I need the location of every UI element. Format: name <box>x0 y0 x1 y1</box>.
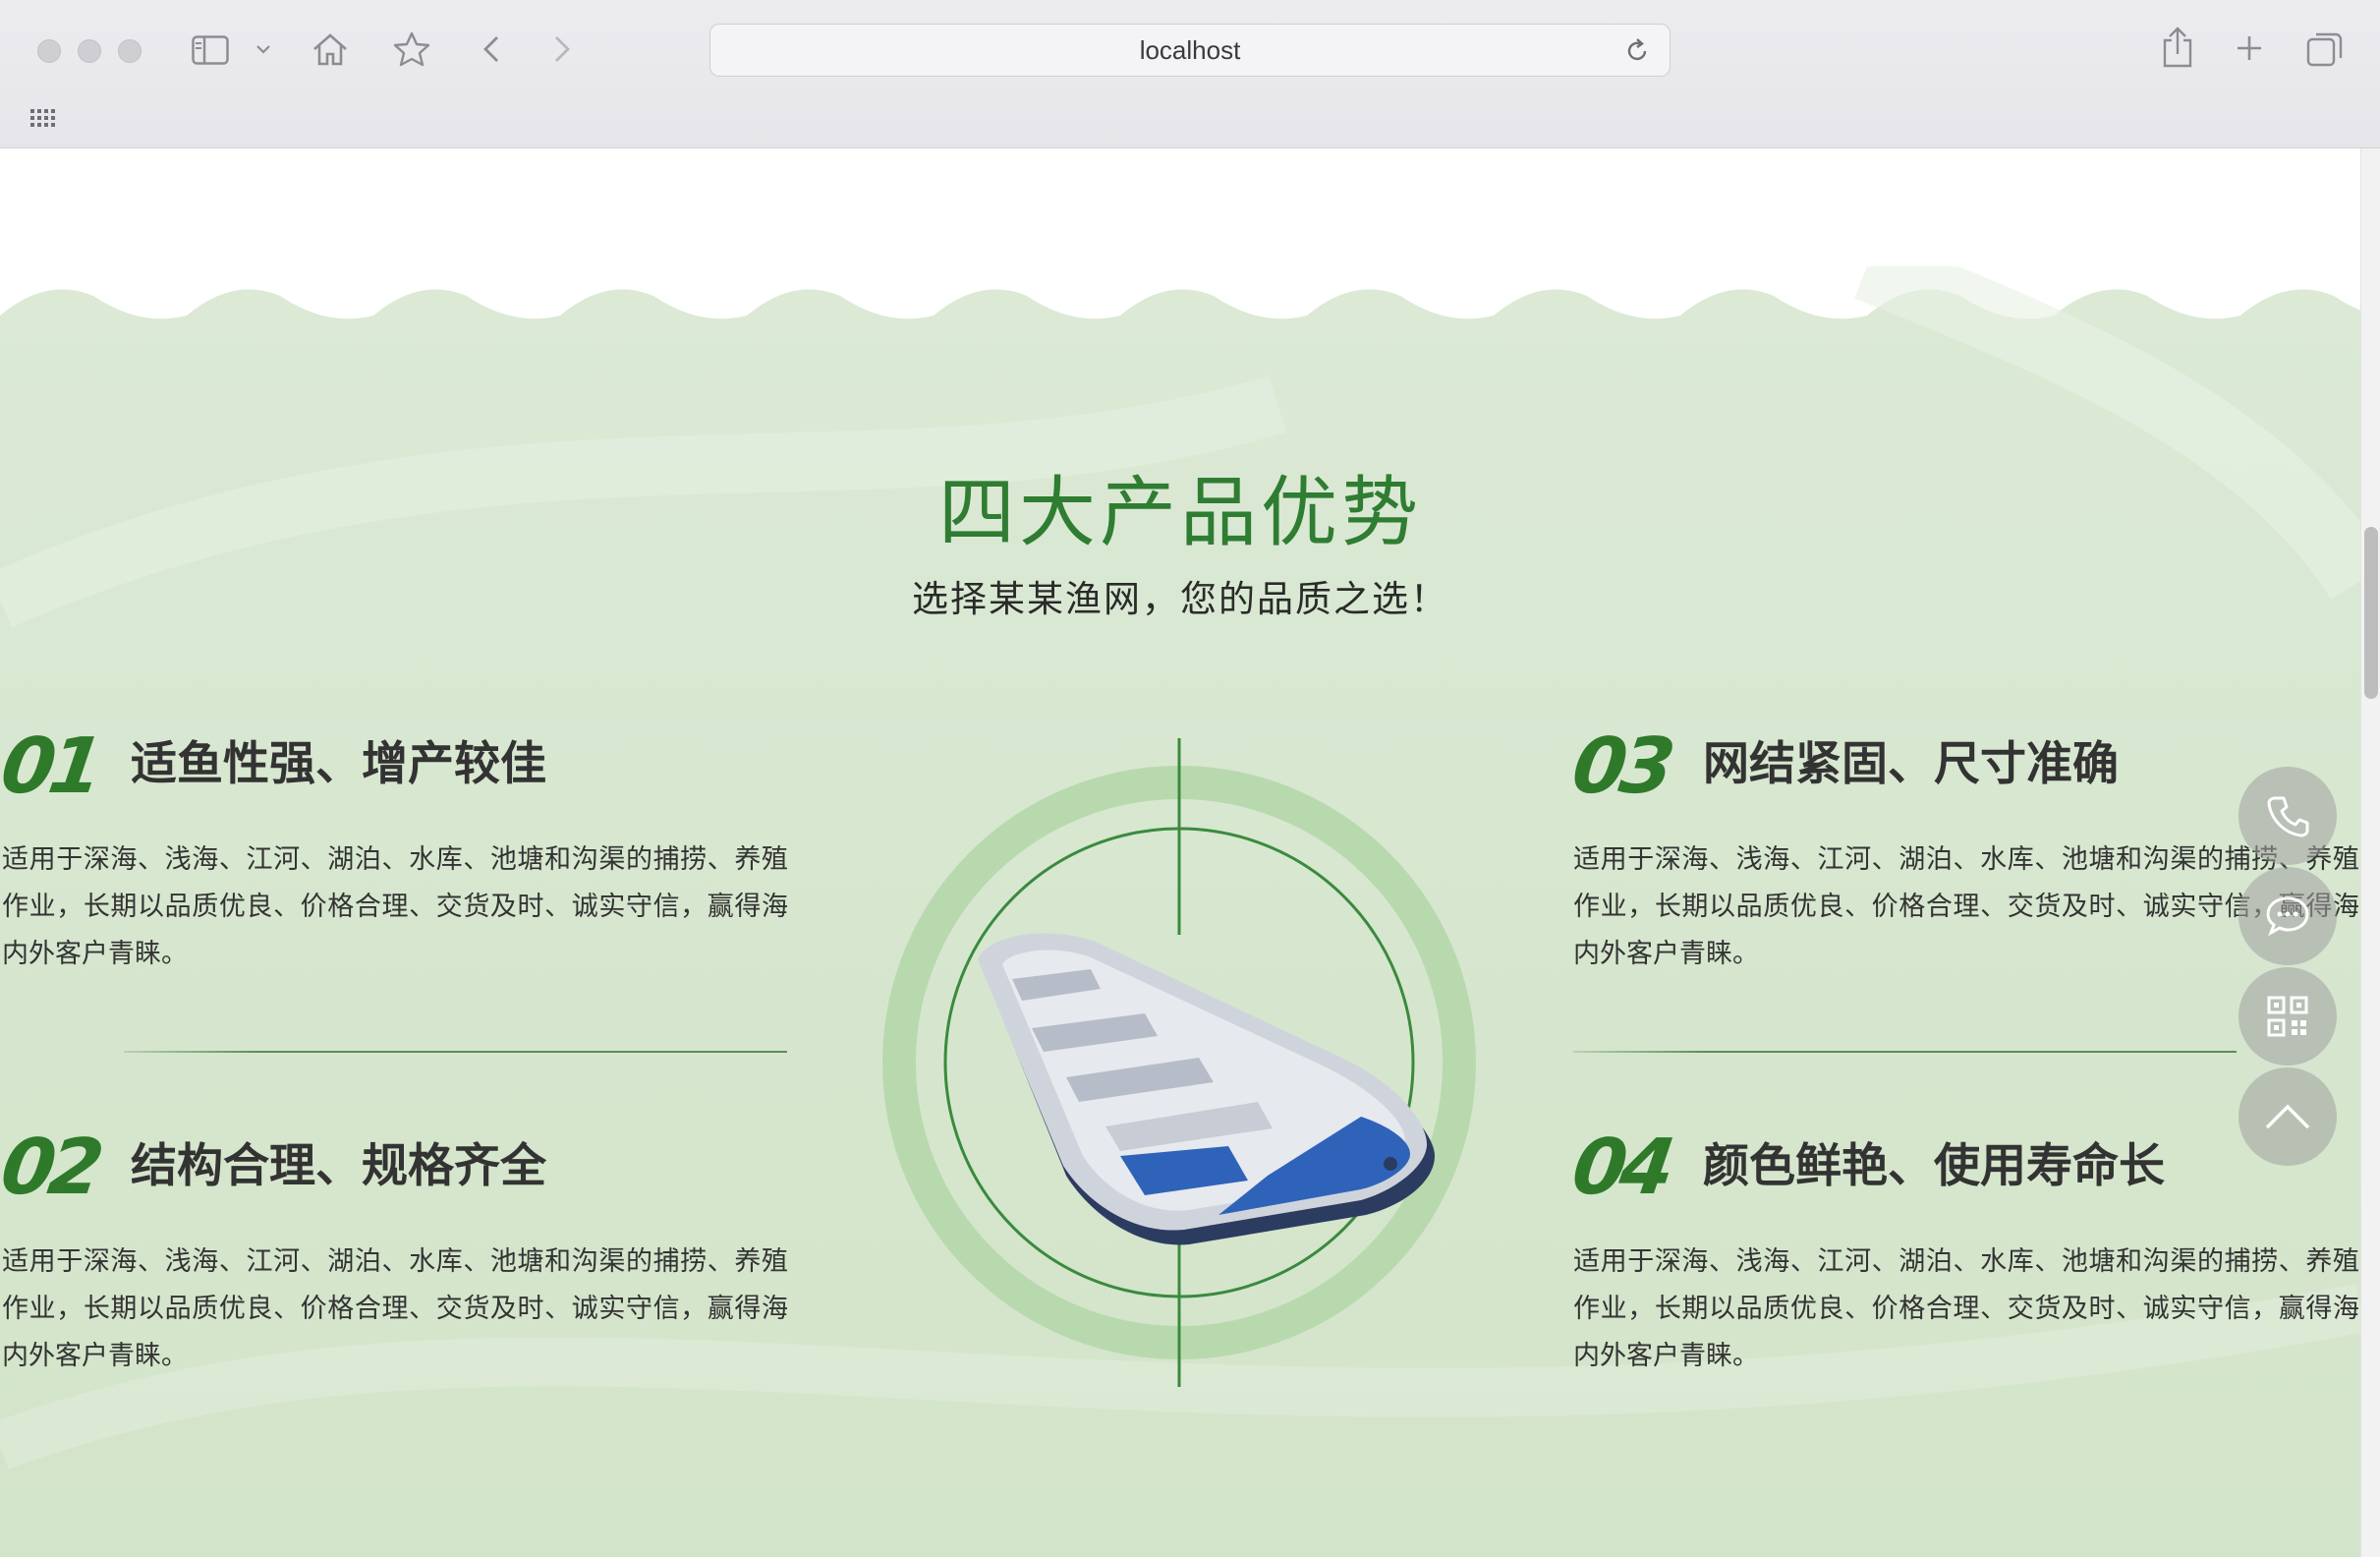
feature-title: 网结紧固、尺寸准确 <box>1703 737 2119 791</box>
address-bar[interactable]: localhost <box>709 24 1671 77</box>
tab-overview-icon[interactable] <box>2305 29 2345 69</box>
home-icon[interactable] <box>311 29 350 69</box>
page-viewport: 四大产品优势 选择某某渔网，您的品质之选！ 01 适鱼性强、增产较佳 适用于深海… <box>0 148 2360 1557</box>
qr-code-icon <box>2267 996 2308 1037</box>
feature-number: 02 <box>0 1124 103 1212</box>
url-text: localhost <box>1139 34 1241 65</box>
share-icon[interactable] <box>2160 26 2195 69</box>
feature-title: 适鱼性强、增产较佳 <box>131 737 546 791</box>
window-zoom-button[interactable] <box>118 39 142 63</box>
feature-description: 适用于深海、浅海、江河、湖泊、水库、池塘和沟渠的捕捞、养殖作业，长期以品质优良、… <box>1573 1246 2359 1371</box>
phone-button[interactable] <box>2238 767 2337 865</box>
scrollbar[interactable] <box>2360 148 2380 1557</box>
feature-description: 适用于深海、浅海、江河、湖泊、水库、池塘和沟渠的捕捞、养殖作业，长期以品质优良、… <box>2 1246 788 1371</box>
boat-illustration <box>882 738 1476 1387</box>
apps-grid-icon[interactable] <box>29 106 57 130</box>
window-close-button[interactable] <box>37 39 61 63</box>
new-tab-icon[interactable] <box>2233 31 2266 65</box>
section-subtitle: 选择某某渔网，您的品质之选！ <box>912 578 1448 620</box>
feature-title: 结构合理、规格齐全 <box>131 1139 546 1193</box>
feature-divider <box>124 1051 787 1053</box>
sidebar-icon[interactable] <box>191 33 230 67</box>
forward-icon[interactable] <box>548 33 576 65</box>
phone-icon <box>2267 796 2309 837</box>
reload-icon[interactable] <box>1622 36 1652 66</box>
feature-number: 04 <box>1566 1124 1674 1212</box>
qr-code-button[interactable] <box>2238 967 2337 1066</box>
bookmark-star-icon[interactable] <box>391 29 432 69</box>
back-icon[interactable] <box>478 33 505 65</box>
feature-description: 适用于深海、浅海、江河、湖泊、水库、池塘和沟渠的捕捞、养殖作业，长期以品质优良、… <box>2 844 788 969</box>
back-to-top-button[interactable] <box>2238 1067 2337 1166</box>
window-minimize-button[interactable] <box>78 39 101 63</box>
chat-button[interactable] <box>2238 867 2337 965</box>
feature-number: 03 <box>1566 722 1674 811</box>
feature-number: 01 <box>0 722 103 811</box>
scrollbar-thumb[interactable] <box>2364 527 2378 699</box>
feature-divider <box>1573 1051 2237 1053</box>
section-title: 四大产品优势 <box>937 469 1422 557</box>
browser-toolbar: localhost <box>0 0 2380 148</box>
feature-title: 颜色鲜艳、使用寿命长 <box>1703 1139 2165 1193</box>
chevron-down-icon[interactable] <box>254 39 273 59</box>
chat-icon <box>2266 896 2309 937</box>
back-to-top-icon <box>2265 1104 2310 1129</box>
